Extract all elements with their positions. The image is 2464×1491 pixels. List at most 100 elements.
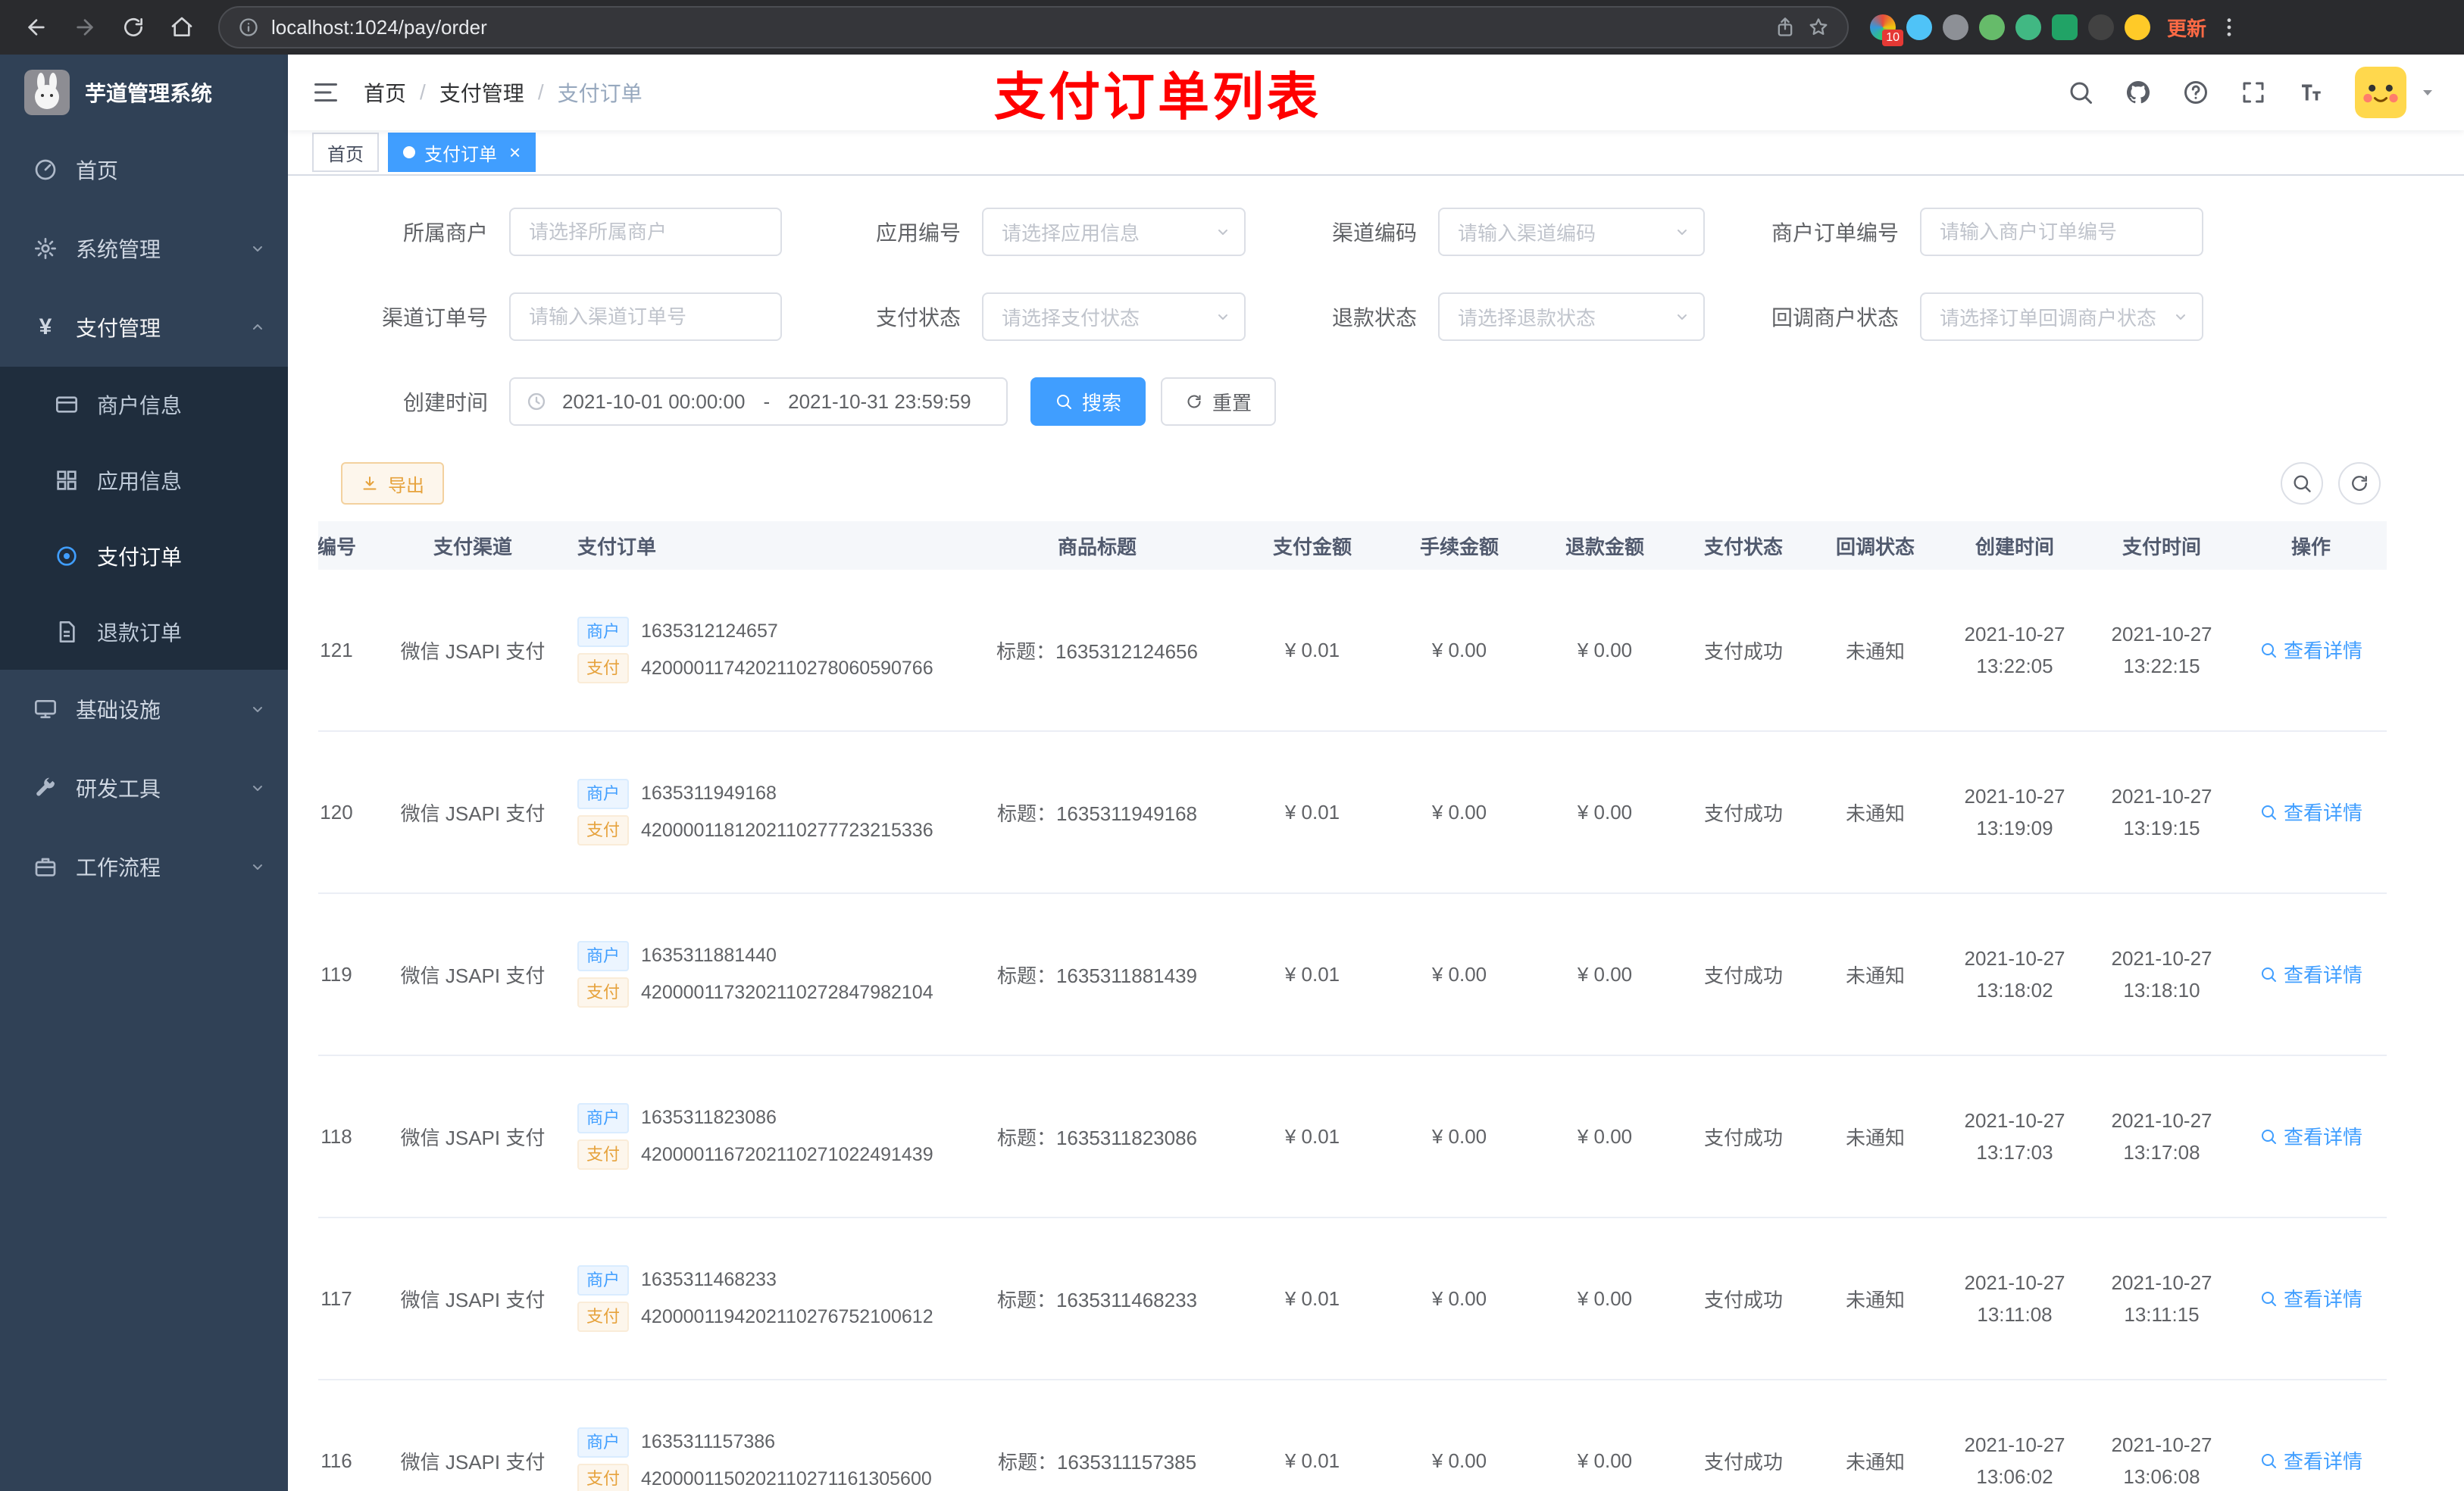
tag-close-icon[interactable]: ×: [509, 142, 521, 162]
select-placeholder: 请选择退款状态: [1458, 306, 1596, 330]
extension-icon[interactable]: [1979, 14, 2005, 40]
cell-actions: 查看详情: [2235, 1446, 2387, 1475]
extension-icon[interactable]: [2052, 14, 2078, 40]
pay-badge: 支付: [577, 815, 630, 846]
help-icon[interactable]: [2182, 79, 2209, 106]
fullscreen-icon[interactable]: [2240, 79, 2267, 106]
view-detail-link[interactable]: 查看详情: [2259, 1284, 2362, 1312]
share-icon[interactable]: [1775, 17, 1796, 38]
extension-icon[interactable]: 10: [1870, 14, 1903, 46]
cell-channel: 微信 JSAPI 支付: [400, 1288, 546, 1311]
pay-badge: 支付: [577, 977, 630, 1008]
extension-badge: 10: [1882, 30, 1903, 46]
chevron-up-icon: [249, 318, 267, 336]
forward-icon[interactable]: [64, 6, 106, 48]
cell-channel: 微信 JSAPI 支付: [400, 964, 546, 987]
view-detail-link[interactable]: 查看详情: [2259, 636, 2362, 664]
address-bar[interactable]: localhost:1024/pay/order: [218, 6, 1849, 48]
merchant-order-no-input[interactable]: [1920, 208, 2203, 256]
merchant-badge: 商户: [577, 778, 630, 809]
sidebar-item-system[interactable]: 系统管理: [0, 209, 288, 288]
sidebar-item-payment[interactable]: ¥ 支付管理: [0, 288, 288, 367]
filter-label: 创建时间: [402, 391, 488, 414]
refund-status-select[interactable]: 请选择退款状态: [1438, 292, 1705, 341]
sidebar-item-label: 商户信息: [97, 394, 183, 417]
logo-avatar: [24, 70, 70, 115]
search-button[interactable]: 搜索: [1030, 377, 1146, 426]
pay-status-select[interactable]: 请选择支付状态: [982, 292, 1246, 341]
cell-notify: 未通知: [1845, 964, 1905, 987]
channel-code-select[interactable]: 请输入渠道编码: [1438, 208, 1705, 256]
vue-devtools-icon[interactable]: [2015, 14, 2041, 40]
github-icon[interactable]: [2125, 79, 2152, 106]
sidebar-item-pay-order[interactable]: 支付订单: [0, 518, 288, 594]
breadcrumb-payment[interactable]: 支付管理: [439, 77, 524, 108]
merchant-order-no: 1635311823086: [641, 1107, 777, 1129]
hamburger-icon[interactable]: [312, 79, 339, 106]
tag-home[interactable]: 首页: [312, 133, 379, 172]
select-placeholder: 请选择订单回调商户状态: [1940, 306, 2157, 330]
extension-icon[interactable]: [1906, 14, 1932, 40]
date-start-value: 2021-10-01 00:00:00: [562, 389, 746, 413]
extension-icon[interactable]: [1943, 14, 1968, 40]
toggle-search-button[interactable]: [2281, 462, 2323, 505]
search-icon[interactable]: [2067, 79, 2094, 106]
sidebar-item-label: 退款订单: [97, 621, 183, 645]
tags-view-bar: 首页 支付订单 ×: [288, 130, 2464, 176]
merchant-filter-input[interactable]: [509, 208, 782, 256]
sidebar-item-label: 基础设施: [76, 699, 161, 722]
bookmark-star-icon[interactable]: [1808, 17, 1829, 38]
view-detail-link[interactable]: 查看详情: [2259, 798, 2362, 826]
sidebar-item-merchant-info[interactable]: 商户信息: [0, 367, 288, 442]
breadcrumb-separator: /: [420, 80, 426, 104]
cell-notify: 未通知: [1845, 1288, 1905, 1311]
notify-status-select[interactable]: 请选择订单回调商户状态: [1920, 292, 2203, 341]
column-header-channel: 支付渠道: [433, 535, 512, 558]
export-button[interactable]: 导出: [341, 462, 444, 505]
merchant-badge: 商户: [577, 1102, 630, 1133]
active-dot: [403, 146, 415, 158]
view-detail-link[interactable]: 查看详情: [2259, 960, 2362, 988]
sidebar-item-infrastructure[interactable]: 基础设施: [0, 670, 288, 749]
sidebar-item-app-info[interactable]: 应用信息: [0, 442, 288, 518]
app-id-select[interactable]: 请选择应用信息: [982, 208, 1246, 256]
filter-label: 退款状态: [1331, 306, 1417, 330]
back-icon[interactable]: [15, 6, 58, 48]
profile-avatar-icon[interactable]: [2125, 14, 2150, 40]
pay-order-no: 4200001167202110271022491439: [641, 1143, 933, 1165]
breadcrumb: 首页 / 支付管理 / 支付订单: [364, 77, 643, 108]
cell-actions: 查看详情: [2235, 1122, 2387, 1151]
reset-button[interactable]: 重置: [1161, 377, 1277, 426]
browser-menu-icon[interactable]: [2217, 15, 2241, 39]
refresh-table-button[interactable]: [2338, 462, 2381, 505]
chevron-down-icon: [249, 779, 267, 797]
sidebar-item-dev-tools[interactable]: 研发工具: [0, 749, 288, 827]
pin-icon[interactable]: [2088, 14, 2114, 40]
view-detail-link[interactable]: 查看详情: [2259, 1446, 2362, 1474]
create-time-range-picker[interactable]: 2021-10-01 00:00:00 - 2021-10-31 23:59:5…: [509, 377, 1008, 426]
user-avatar-menu[interactable]: [2355, 67, 2437, 118]
sidebar-item-workflow[interactable]: 工作流程: [0, 827, 288, 906]
channel-order-no-input[interactable]: [509, 292, 782, 341]
merchant-order-no: 1635311881440: [641, 945, 777, 967]
tag-pay-order[interactable]: 支付订单 ×: [388, 133, 536, 172]
app-logo[interactable]: 芋道管理系统: [0, 55, 288, 130]
table-row: 116 微信 JSAPI 支付 商户 1635311157386 支付 4200…: [318, 1380, 2387, 1491]
view-detail-link[interactable]: 查看详情: [2259, 1122, 2362, 1150]
sidebar-item-refund-order[interactable]: 退款订单: [0, 594, 288, 670]
sidebar-item-home[interactable]: 首页: [0, 130, 288, 209]
column-header-refund: 退款金额: [1565, 535, 1644, 558]
browser-update-button[interactable]: 更新: [2167, 14, 2206, 42]
breadcrumb-separator: /: [537, 80, 544, 104]
cell-pay-time: 2021-10-27 13:19:15: [2111, 785, 2212, 839]
chevron-down-icon: [249, 858, 267, 876]
reload-icon[interactable]: [112, 6, 155, 48]
font-size-icon[interactable]: [2297, 79, 2325, 106]
breadcrumb-home[interactable]: 首页: [364, 77, 406, 108]
column-header-notify: 回调状态: [1835, 535, 1915, 558]
home-icon[interactable]: [161, 6, 203, 48]
pay-badge: 支付: [577, 1302, 630, 1333]
cell-refund: ¥ 0.00: [1577, 638, 1633, 661]
pay-order-no: 4200001174202110278060590766: [641, 657, 933, 679]
site-info-icon[interactable]: [238, 17, 259, 38]
